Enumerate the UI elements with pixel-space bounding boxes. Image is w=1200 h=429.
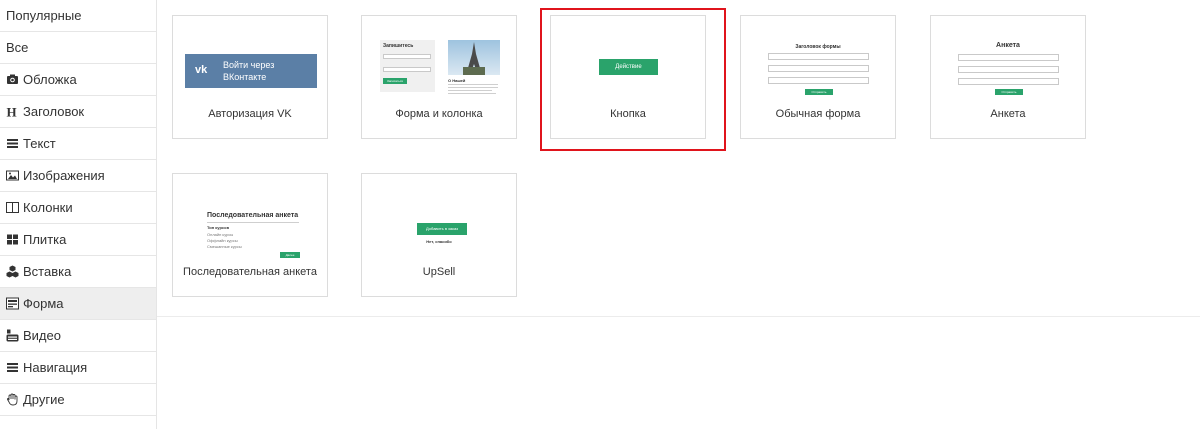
sidebar-item-label: Изображения [23, 168, 105, 183]
sidebar-item-label: Плитка [23, 232, 67, 247]
form-preview-title: Запишитесь [383, 43, 414, 49]
svg-text:H: H [7, 105, 17, 118]
regular-form-preview-title: Заголовок формы [795, 44, 841, 50]
regular-form-preview-field [768, 53, 869, 60]
form-preview-button: Записаться [383, 78, 407, 84]
tiles-icon [6, 233, 19, 246]
menu-icon [6, 361, 19, 374]
sidebar-item-label: Навигация [23, 360, 88, 375]
form-preview-panel: Запишитесь Записаться [380, 40, 435, 92]
sidebar-item-text[interactable]: Текст [0, 128, 156, 160]
regular-form-preview-field [768, 77, 869, 84]
sidebar-item-label: Заголовок [23, 104, 85, 119]
seq-preview-question: Тип курсов [207, 225, 230, 230]
questionnaire-preview-field [958, 66, 1059, 73]
questionnaire-preview-field [958, 54, 1059, 61]
form-preview-field [383, 67, 431, 72]
vk-preview-button: vk Войти через ВКонтакте [185, 54, 317, 88]
sidebar-item-video[interactable]: Видео [0, 320, 156, 352]
sidebar-item-images[interactable]: Изображения [0, 160, 156, 192]
vk-logo-icon: vk [195, 64, 208, 76]
sidebar-item-label: Все [6, 40, 29, 55]
sidebar-item-label: Колонки [23, 200, 73, 215]
sidebar-item-label: Обложка [23, 72, 77, 87]
sidebar-item-navigation[interactable]: Навигация [0, 352, 156, 384]
sidebar-item-all[interactable]: Все [0, 32, 156, 64]
text-lines-icon [6, 137, 19, 150]
vk-preview-line2: ВКонтакте [223, 72, 267, 82]
sidebar-item-heading[interactable]: H Заголовок [0, 96, 156, 128]
block-card-vk-auth[interactable]: vk Войти через ВКонтакте Авторизация VK [172, 15, 328, 139]
upsell-preview-button: Добавить в заказ [417, 223, 467, 235]
sidebar-item-label: Вставка [23, 264, 72, 279]
sidebar-item-cover[interactable]: Обложка [0, 64, 156, 96]
form-preview-caption: О Нашей [448, 78, 466, 83]
block-card-label: UpSell [422, 266, 456, 278]
seq-preview-option: Онлайн курсы [207, 232, 234, 237]
form-preview-field [383, 54, 431, 59]
vk-preview-line1: Войти через [223, 60, 275, 70]
questionnaire-preview-button: Отправить [995, 89, 1023, 95]
section-divider [157, 316, 1200, 317]
questionnaire-preview-title: Анкета [996, 42, 1020, 49]
regular-form-preview-field [768, 65, 869, 72]
blocks-panel: vk Войти через ВКонтакте Авторизация VK … [157, 0, 1200, 429]
block-card-label: Обычная форма [775, 108, 861, 120]
questionnaire-preview-field [958, 78, 1059, 85]
block-card-form-column[interactable]: Запишитесь Записаться О Нашей Форма и ко… [361, 15, 517, 139]
seq-preview-button: Далее [280, 252, 300, 258]
sidebar-item-columns[interactable]: Колонки [0, 192, 156, 224]
cubes-icon [6, 265, 19, 278]
sidebar-item-label: Другие [23, 392, 65, 407]
image-icon [6, 169, 19, 182]
block-card-sequential-questionnaire[interactable]: Последовательная анкета Тип курсов Онлай… [172, 173, 328, 297]
block-card-label: Форма и колонка [395, 108, 483, 120]
block-card-label: Последовательная анкета [183, 266, 317, 278]
sidebar-item-label: Популярные [6, 8, 82, 23]
seq-preview-option: Оффлайн курсы [207, 238, 238, 243]
eiffel-tower-image [448, 40, 500, 75]
category-sidebar: Популярные Все Обложка H Заголовок Текст… [0, 0, 157, 429]
sidebar-item-label: Форма [23, 296, 64, 311]
sidebar-item-tiles[interactable]: Плитка [0, 224, 156, 256]
seq-preview-option: Смешанные курсы [207, 244, 242, 249]
sidebar-item-form[interactable]: Форма [0, 288, 156, 320]
heading-icon: H [6, 105, 19, 118]
form-icon [6, 297, 19, 310]
camera-icon [6, 73, 19, 86]
upsell-preview-link: Нет, спасибо [426, 239, 452, 244]
sidebar-item-label: Текст [23, 136, 56, 151]
block-card-upsell[interactable]: Добавить в заказ Нет, спасибо UpSell [361, 173, 517, 297]
button-preview: Действие [599, 59, 658, 75]
seq-preview-title: Последовательная анкета [207, 212, 299, 219]
columns-icon [6, 201, 19, 214]
youtube-icon [6, 329, 19, 342]
regular-form-preview-button: Отправить [805, 89, 833, 95]
sidebar-item-other[interactable]: Другие [0, 384, 156, 416]
sidebar-item-insert[interactable]: Вставка [0, 256, 156, 288]
block-card-label: Анкета [990, 108, 1026, 120]
block-card-regular-form[interactable]: Заголовок формы Отправить Обычная форма [740, 15, 896, 139]
block-card-label: Авторизация VK [208, 108, 292, 120]
block-card-questionnaire[interactable]: Анкета Отправить Анкета [930, 15, 1086, 139]
sidebar-item-label: Видео [23, 328, 61, 343]
hand-icon [6, 393, 19, 406]
block-card-label: Кнопка [610, 108, 646, 120]
sidebar-item-popular[interactable]: Популярные [0, 0, 156, 32]
block-card-button[interactable]: Действие Кнопка [550, 15, 706, 139]
